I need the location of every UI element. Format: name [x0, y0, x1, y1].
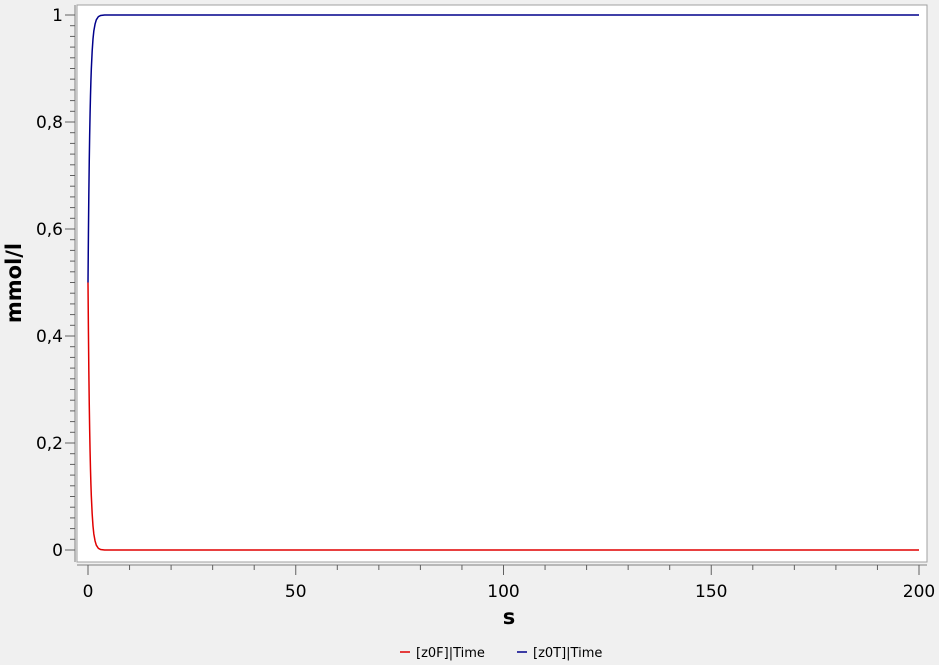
y-axis-title: mmol/l	[2, 243, 26, 323]
y-tick-label: 0	[52, 541, 63, 561]
line-chart: 0 0,2 0,4 0,6 0,8 1 0 50 100 150 200 mmol/l s [z0…	[2, 4, 935, 661]
x-axis: 0 50 100 150 200	[77, 564, 935, 602]
legend-label-z0f: [z0F]|Time	[416, 646, 485, 661]
x-tick-label: 100	[487, 582, 519, 602]
x-tick-label: 200	[903, 582, 935, 602]
x-tick-label: 150	[695, 582, 727, 602]
legend: [z0F]|Time [z0T]|Time	[400, 646, 602, 661]
y-axis: 0 0,2 0,4 0,6 0,8 1	[36, 5, 76, 562]
y-tick-label: 1	[52, 6, 63, 26]
y-tick-label: 0,2	[36, 434, 63, 454]
y-tick-label: 0,6	[36, 220, 63, 240]
y-tick-label: 0,8	[36, 113, 63, 133]
chart-container: 0 0,2 0,4 0,6 0,8 1 0 50 100 150 200 mmol/l s [z0…	[0, 0, 939, 665]
legend-label-z0t: [z0T]|Time	[533, 646, 602, 661]
legend-item-z0f: [z0F]|Time	[400, 646, 485, 661]
y-tick-label: 0,4	[36, 327, 63, 347]
x-tick-label: 50	[285, 582, 307, 602]
x-tick-label: 0	[83, 582, 94, 602]
legend-item-z0t: [z0T]|Time	[517, 646, 602, 661]
plot-area	[76, 4, 928, 563]
x-axis-title: s	[503, 605, 516, 629]
